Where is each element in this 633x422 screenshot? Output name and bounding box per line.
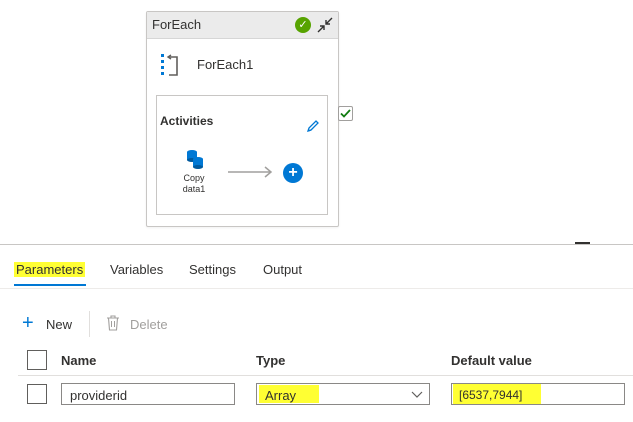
tab-parameters[interactable]: Parameters	[14, 262, 86, 277]
arrow-right-icon	[228, 166, 273, 178]
success-check-icon: ✓	[295, 17, 311, 33]
tab-output[interactable]: Output	[261, 262, 304, 277]
parameter-type-select[interactable]: Array	[256, 383, 430, 405]
tabs-divider	[0, 288, 633, 289]
copy-data-icon[interactable]	[185, 148, 205, 170]
foreach-icon	[161, 54, 178, 76]
column-header-type: Type	[256, 353, 286, 368]
select-all-checkbox[interactable]	[27, 350, 47, 370]
panel-divider[interactable]	[0, 244, 633, 245]
new-button-label: New	[46, 317, 73, 332]
copy-label-line2: data1	[182, 184, 206, 194]
parameter-name-input[interactable]: providerid	[61, 383, 235, 405]
copy-activity-label[interactable]: Copy data1	[171, 173, 217, 195]
card-header: ForEach ✓	[147, 12, 338, 39]
column-header-name: Name	[61, 353, 97, 368]
chevron-down-icon	[411, 391, 423, 398]
activities-title: Activities	[160, 114, 214, 128]
checkmark-icon[interactable]	[338, 106, 353, 121]
column-header-default-value: Default value	[451, 353, 532, 368]
delete-button-label: Delete	[130, 317, 168, 332]
tab-variables[interactable]: Variables	[108, 262, 165, 277]
default-value-input[interactable]: [6537,7944]	[451, 383, 625, 405]
add-activity-button[interactable]: +	[283, 163, 303, 183]
minimize-panel-icon[interactable]	[575, 242, 590, 244]
activity-name: ForEach1	[197, 57, 254, 72]
activities-container: Activities Copy data1 +	[156, 95, 328, 215]
trash-icon	[107, 315, 119, 331]
header-divider	[18, 375, 633, 376]
default-value-text: [6537,7944]	[459, 388, 523, 402]
parameter-type-value: Array	[265, 388, 297, 403]
tab-settings[interactable]: Settings	[187, 262, 238, 277]
edit-pencil-icon[interactable]	[305, 118, 321, 134]
parameter-name-value: providerid	[70, 388, 128, 403]
plus-icon: +	[22, 312, 34, 334]
card-title: ForEach	[152, 17, 202, 32]
toolbar-separator	[89, 311, 90, 337]
copy-label-line1: Copy	[183, 173, 205, 183]
active-tab-indicator	[14, 284, 86, 286]
collapse-icon[interactable]	[316, 16, 334, 34]
row-checkbox[interactable]	[27, 384, 47, 404]
foreach-activity-card[interactable]: ForEach ✓ ForEach1 Activities Copy data1…	[146, 11, 339, 227]
